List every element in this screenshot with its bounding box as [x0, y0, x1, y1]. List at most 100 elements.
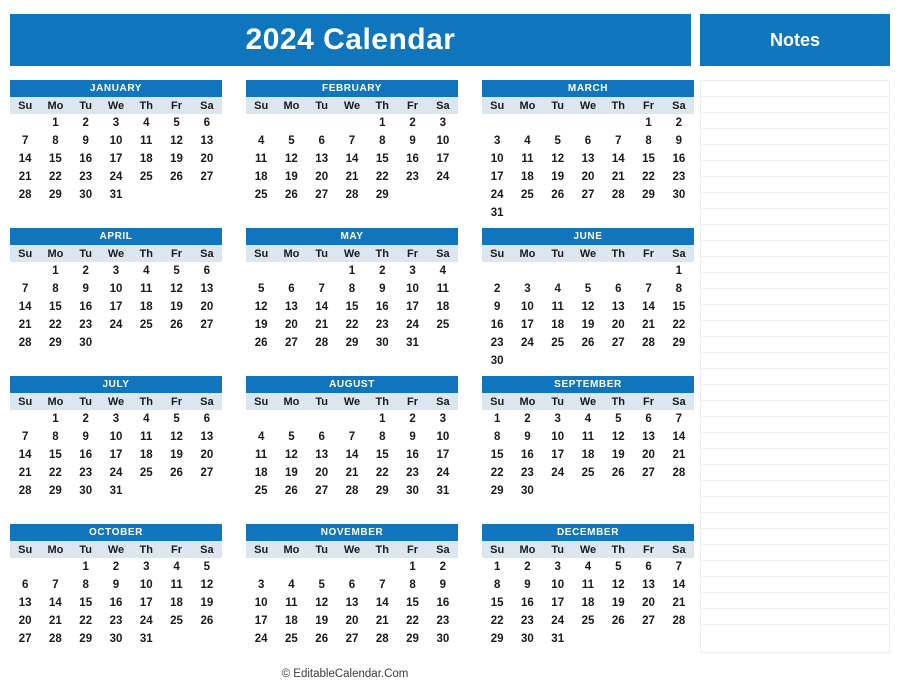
- day-cell[interactable]: 14: [603, 150, 634, 168]
- day-cell[interactable]: 11: [572, 428, 604, 446]
- day-cell[interactable]: 2: [427, 558, 458, 576]
- day-cell[interactable]: 8: [40, 132, 71, 150]
- day-cell[interactable]: 9: [70, 428, 101, 446]
- day-cell[interactable]: 24: [100, 168, 132, 186]
- day-cell[interactable]: 7: [663, 410, 694, 428]
- day-cell[interactable]: 3: [427, 114, 458, 132]
- day-cell[interactable]: 27: [633, 464, 664, 482]
- day-cell[interactable]: 2: [70, 410, 101, 428]
- day-cell[interactable]: 30: [427, 630, 458, 648]
- day-cell[interactable]: 26: [542, 186, 573, 204]
- notes-line[interactable]: [701, 225, 889, 241]
- day-cell[interactable]: 13: [276, 298, 307, 316]
- day-cell[interactable]: 1: [367, 114, 398, 132]
- day-cell[interactable]: 13: [306, 150, 337, 168]
- day-cell[interactable]: 1: [482, 558, 513, 576]
- day-cell[interactable]: 25: [161, 612, 192, 630]
- day-cell[interactable]: 24: [512, 334, 543, 352]
- day-cell[interactable]: 17: [542, 594, 573, 612]
- day-cell[interactable]: 13: [633, 576, 664, 594]
- day-cell[interactable]: 7: [306, 280, 337, 298]
- day-cell[interactable]: 18: [131, 150, 162, 168]
- day-cell[interactable]: 17: [100, 446, 132, 464]
- day-cell[interactable]: 15: [482, 446, 513, 464]
- day-cell[interactable]: 22: [367, 464, 398, 482]
- day-cell[interactable]: 29: [482, 630, 513, 648]
- day-cell[interactable]: 20: [633, 594, 664, 612]
- notes-line[interactable]: [701, 305, 889, 321]
- day-cell[interactable]: 30: [482, 352, 513, 370]
- day-cell[interactable]: 24: [131, 612, 162, 630]
- day-cell[interactable]: 6: [336, 576, 368, 594]
- day-cell[interactable]: 27: [633, 612, 664, 630]
- day-cell[interactable]: 30: [70, 334, 101, 352]
- notes-line[interactable]: [701, 289, 889, 305]
- day-cell[interactable]: 1: [40, 410, 71, 428]
- day-cell[interactable]: 18: [512, 168, 543, 186]
- day-cell[interactable]: 30: [663, 186, 694, 204]
- notes-line[interactable]: [701, 177, 889, 193]
- day-cell[interactable]: 5: [603, 410, 634, 428]
- day-cell[interactable]: 11: [542, 298, 573, 316]
- day-cell[interactable]: 6: [276, 280, 307, 298]
- day-cell[interactable]: 26: [603, 612, 634, 630]
- day-cell[interactable]: 23: [663, 168, 694, 186]
- day-cell[interactable]: 10: [131, 576, 162, 594]
- day-cell[interactable]: 2: [397, 410, 428, 428]
- day-cell[interactable]: 29: [367, 186, 398, 204]
- day-cell[interactable]: 30: [397, 482, 428, 500]
- day-cell[interactable]: 16: [512, 446, 543, 464]
- day-cell[interactable]: 10: [246, 594, 277, 612]
- day-cell[interactable]: 22: [482, 612, 513, 630]
- day-cell[interactable]: 22: [40, 464, 71, 482]
- day-cell[interactable]: 19: [572, 316, 604, 334]
- day-cell[interactable]: 14: [40, 594, 71, 612]
- notes-line[interactable]: [701, 545, 889, 561]
- day-cell[interactable]: 6: [633, 558, 664, 576]
- day-cell[interactable]: 15: [633, 150, 664, 168]
- day-cell[interactable]: 19: [603, 446, 634, 464]
- day-cell[interactable]: 24: [397, 316, 428, 334]
- day-cell[interactable]: 7: [336, 132, 368, 150]
- day-cell[interactable]: 12: [161, 280, 192, 298]
- day-cell[interactable]: 31: [397, 334, 428, 352]
- day-cell[interactable]: 3: [131, 558, 162, 576]
- notes-line[interactable]: [701, 609, 889, 625]
- day-cell[interactable]: 7: [663, 558, 694, 576]
- day-cell[interactable]: 25: [246, 186, 277, 204]
- day-cell[interactable]: 8: [336, 280, 368, 298]
- day-cell[interactable]: 6: [191, 410, 222, 428]
- day-cell[interactable]: 24: [246, 630, 277, 648]
- day-cell[interactable]: 17: [427, 446, 458, 464]
- notes-line[interactable]: [701, 193, 889, 209]
- day-cell[interactable]: 2: [512, 410, 543, 428]
- day-cell[interactable]: 6: [603, 280, 634, 298]
- day-cell[interactable]: 15: [40, 298, 71, 316]
- day-cell[interactable]: 6: [191, 262, 222, 280]
- day-cell[interactable]: 2: [482, 280, 513, 298]
- day-cell[interactable]: 5: [276, 132, 307, 150]
- day-cell[interactable]: 8: [663, 280, 694, 298]
- day-cell[interactable]: 17: [427, 150, 458, 168]
- day-cell[interactable]: 5: [276, 428, 307, 446]
- day-cell[interactable]: 19: [603, 594, 634, 612]
- day-cell[interactable]: 18: [246, 168, 277, 186]
- day-cell[interactable]: 20: [191, 150, 222, 168]
- day-cell[interactable]: 18: [131, 298, 162, 316]
- day-cell[interactable]: 23: [482, 334, 513, 352]
- day-cell[interactable]: 21: [10, 316, 41, 334]
- day-cell[interactable]: 1: [397, 558, 428, 576]
- day-cell[interactable]: 20: [603, 316, 634, 334]
- day-cell[interactable]: 5: [603, 558, 634, 576]
- day-cell[interactable]: 29: [663, 334, 694, 352]
- day-cell[interactable]: 30: [70, 186, 101, 204]
- day-cell[interactable]: 19: [191, 594, 222, 612]
- day-cell[interactable]: 22: [336, 316, 368, 334]
- day-cell[interactable]: 22: [633, 168, 664, 186]
- day-cell[interactable]: 7: [336, 428, 368, 446]
- notes-line[interactable]: [701, 209, 889, 225]
- notes-line[interactable]: [701, 529, 889, 545]
- day-cell[interactable]: 13: [191, 132, 222, 150]
- day-cell[interactable]: 23: [70, 316, 101, 334]
- day-cell[interactable]: 17: [100, 298, 132, 316]
